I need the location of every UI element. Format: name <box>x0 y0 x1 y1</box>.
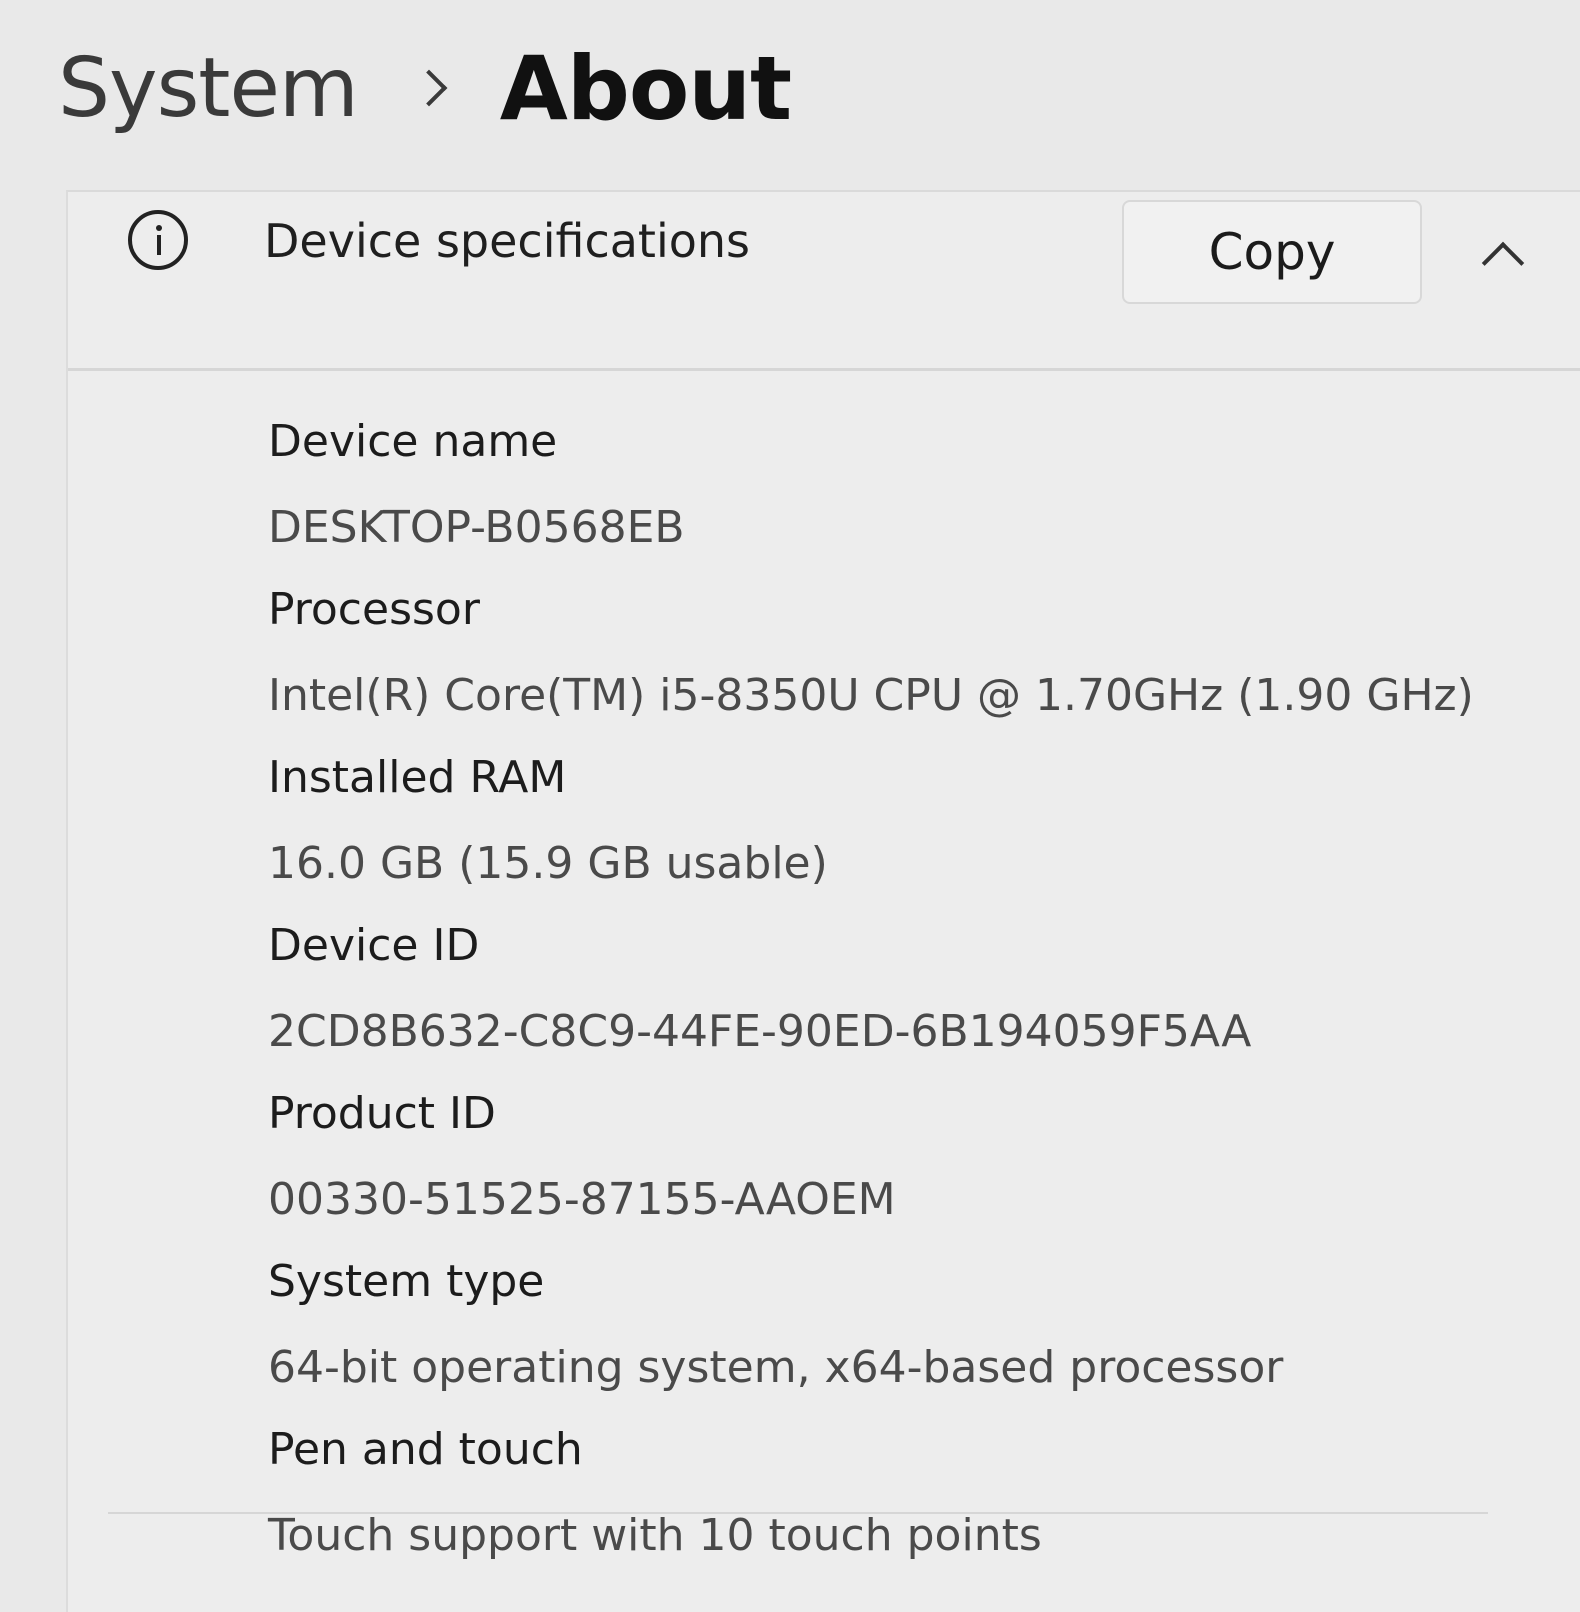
page-title: About <box>499 36 792 140</box>
spec-item-installed-ram: Installed RAM 16.0 GB (15.9 GB usable) <box>268 748 1528 894</box>
spec-list: Device name DESKTOP-B0568EB Processor In… <box>268 412 1528 1588</box>
card-divider <box>108 1512 1488 1514</box>
device-specifications-title: Device specifications <box>264 214 751 268</box>
spec-value: 00330-51525-87155-AAOEM <box>268 1174 896 1225</box>
spec-value: 16.0 GB (15.9 GB usable) <box>268 838 828 889</box>
breadcrumb: System About <box>58 28 792 148</box>
spec-label: System type <box>268 1256 545 1307</box>
spec-item-system-type: System type 64-bit operating system, x64… <box>268 1252 1528 1398</box>
breadcrumb-system-link[interactable]: System <box>58 41 359 136</box>
copy-button[interactable]: Copy <box>1122 200 1422 304</box>
device-specifications-header[interactable]: Device specifications Copy <box>68 192 1580 371</box>
spec-label: Device name <box>268 416 558 467</box>
spec-label: Product ID <box>268 1088 496 1139</box>
spec-label: Device ID <box>268 920 480 971</box>
chevron-up-icon[interactable] <box>1481 241 1525 285</box>
spec-item-pen-and-touch: Pen and touch Touch support with 10 touc… <box>268 1420 1528 1566</box>
spec-value: 64-bit operating system, x64-based proce… <box>268 1342 1284 1393</box>
spec-value: Touch support with 10 touch points <box>268 1510 1042 1561</box>
spec-label: Installed RAM <box>268 752 567 803</box>
spec-value: 2CD8B632-C8C9-44FE-90ED-6B194059F5AA <box>268 1006 1252 1057</box>
spec-item-processor: Processor Intel(R) Core(TM) i5-8350U CPU… <box>268 580 1528 726</box>
spec-value: Intel(R) Core(TM) i5-8350U CPU @ 1.70GHz… <box>268 670 1474 721</box>
spec-value: DESKTOP-B0568EB <box>268 502 685 553</box>
chevron-right-icon <box>410 69 448 107</box>
spec-item-device-id: Device ID 2CD8B632-C8C9-44FE-90ED-6B1940… <box>268 916 1528 1062</box>
spec-label: Processor <box>268 584 480 635</box>
spec-label: Pen and touch <box>268 1424 583 1475</box>
info-icon-bar <box>157 235 161 255</box>
device-specifications-card: Device specifications Copy Device name D… <box>66 190 1580 1612</box>
spec-item-product-id: Product ID 00330-51525-87155-AAOEM <box>268 1084 1528 1230</box>
info-icon-dot <box>156 225 162 231</box>
info-icon <box>128 210 188 270</box>
spec-item-device-name: Device name DESKTOP-B0568EB <box>268 412 1528 558</box>
